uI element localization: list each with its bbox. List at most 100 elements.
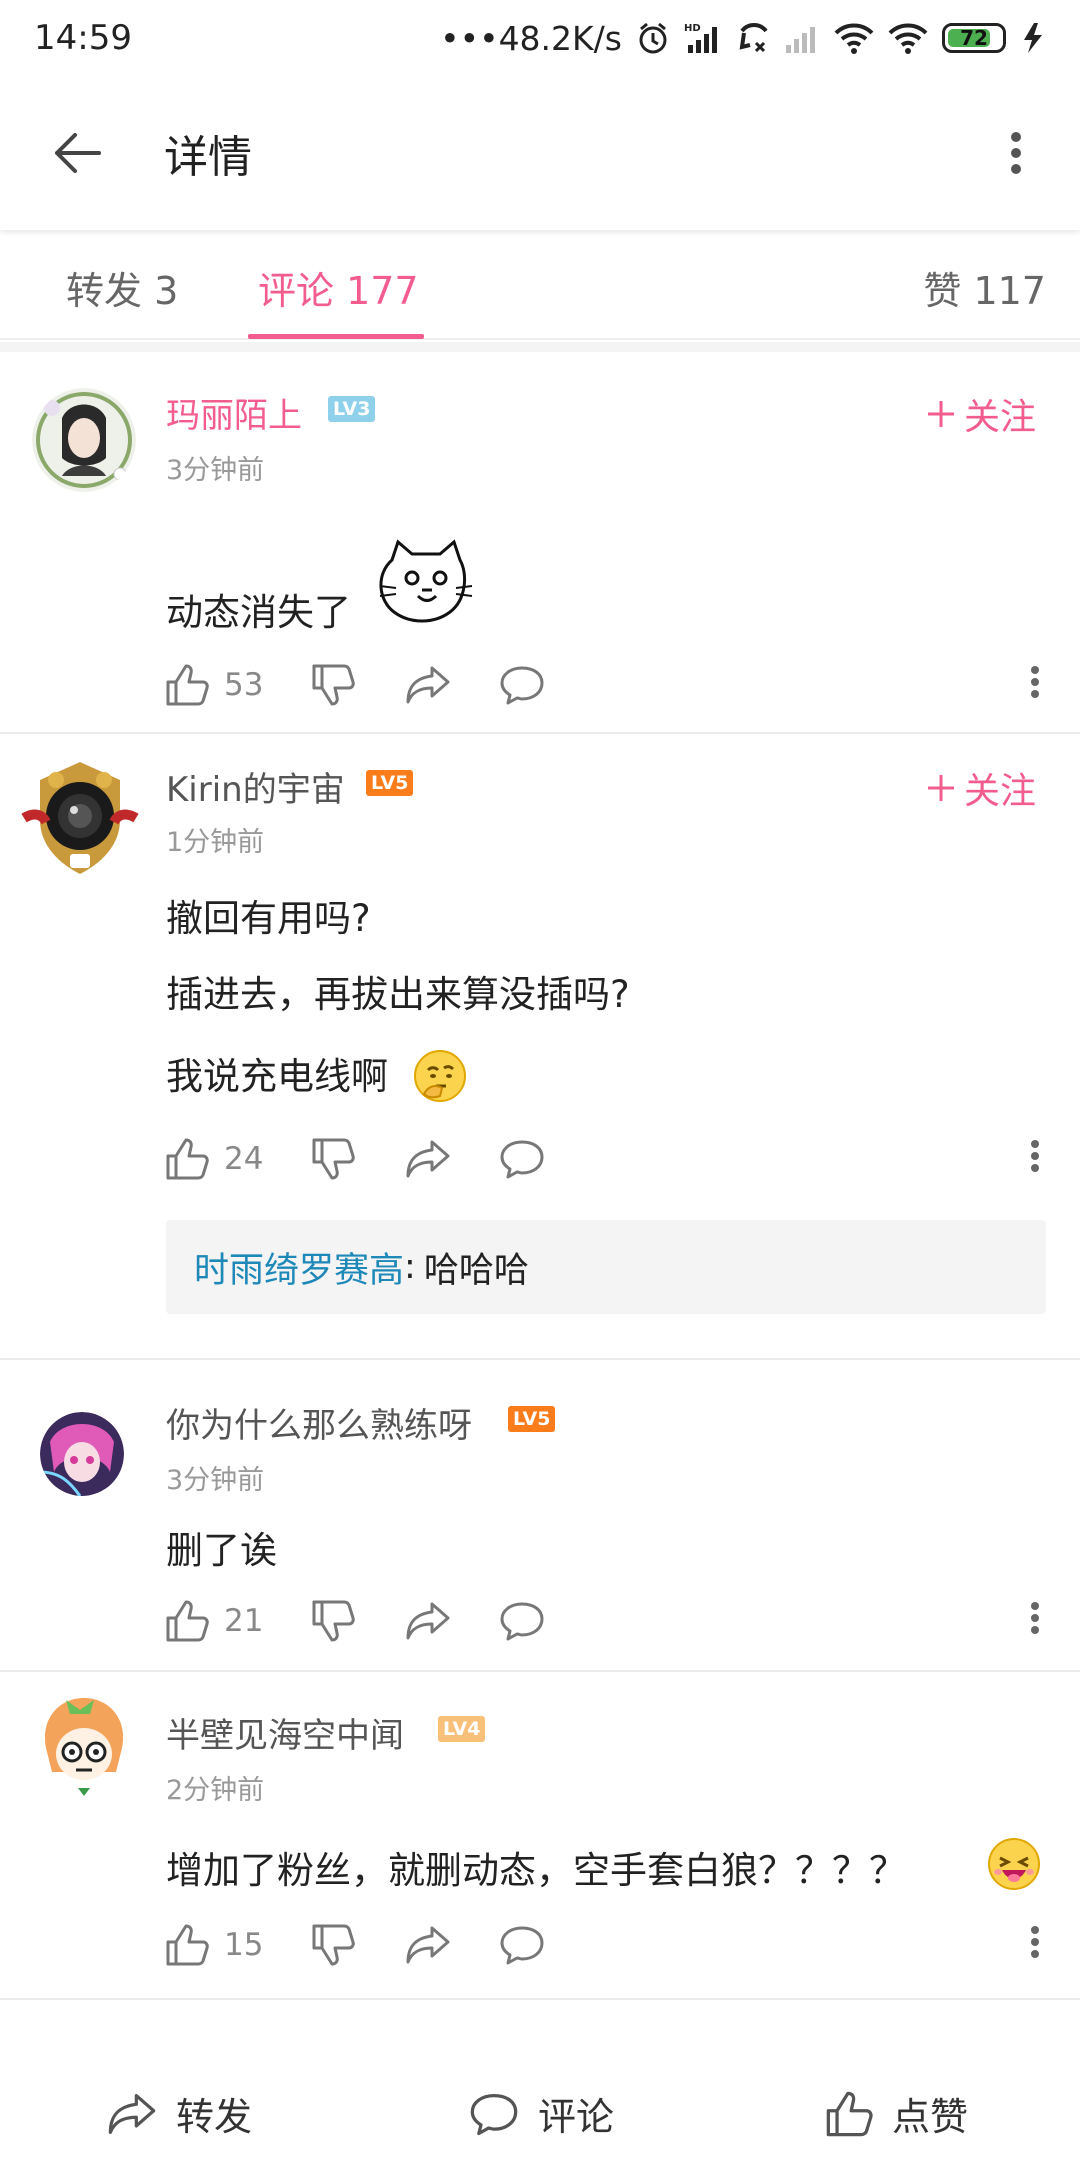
dislike-button[interactable] — [310, 1598, 356, 1644]
comment-actions: 24 — [164, 1136, 1040, 1192]
comment-more-button[interactable] — [1030, 1136, 1040, 1176]
alarm-icon — [636, 21, 670, 55]
app-bar: 详情 — [0, 76, 1080, 230]
thumbs-down-icon — [312, 1924, 355, 1966]
avatar[interactable] — [32, 388, 136, 492]
username[interactable]: 你为什么那么熟练呀 — [166, 1398, 472, 1447]
reply-button[interactable] — [498, 1598, 546, 1644]
repost-label: 转发 — [176, 2095, 253, 2139]
plus-icon — [927, 775, 954, 801]
comment-text: 删了诶 — [166, 1529, 277, 1572]
avatar[interactable] — [26, 1688, 142, 1804]
more-vertical-icon — [1011, 132, 1021, 174]
reply-text: 哈哈哈 — [423, 1250, 529, 1291]
avatar[interactable] — [20, 758, 140, 878]
username[interactable]: 半壁见海空中闻 — [166, 1708, 404, 1757]
more-vertical-icon — [1031, 1926, 1039, 1958]
comment-actions: 21 — [164, 1598, 1040, 1654]
share-button[interactable] — [404, 1598, 452, 1644]
tab-repost[interactable]: 转发 3 — [66, 260, 178, 315]
reply-button[interactable] — [498, 1922, 546, 1968]
comment-more-button[interactable] — [1030, 662, 1040, 702]
share-arrow-icon — [406, 1140, 450, 1178]
thumbs-up-icon — [166, 1138, 209, 1180]
back-arrow-icon — [55, 133, 101, 173]
comment-item: 你为什么那么熟练呀 LV5 3分钟前 删了诶 21 — [0, 1360, 1080, 1672]
username[interactable]: Kirin的宇宙 — [166, 762, 345, 811]
like-post-button[interactable]: 点赞 — [824, 2086, 968, 2141]
like-count: 21 — [224, 1603, 264, 1639]
share-arrow-icon — [406, 1926, 450, 1964]
back-button[interactable] — [38, 113, 118, 193]
dislike-button[interactable] — [310, 1136, 356, 1182]
reply-separator: : — [404, 1247, 416, 1287]
share-button[interactable] — [404, 662, 452, 708]
comment-button[interactable]: 评论 — [468, 2086, 614, 2141]
comment-bubble-icon — [470, 2093, 518, 2135]
reply-preview[interactable]: 时雨绮罗赛高 : 哈哈哈 — [166, 1220, 1046, 1314]
network-speed: •••48.2K/s — [440, 18, 622, 58]
comment-text-line: 插进去，再拔出来算没插吗? — [166, 973, 630, 1016]
comment-text: 动态消失了 — [166, 591, 351, 634]
reply-button[interactable] — [498, 662, 546, 708]
follow-label: 关注 — [963, 397, 1036, 438]
dislike-button[interactable] — [310, 1922, 356, 1968]
level-badge: LV4 — [438, 1716, 486, 1742]
username[interactable]: 玛丽陌上 — [166, 388, 302, 437]
cat-sticker-icon — [378, 536, 474, 630]
follow-button[interactable]: 关注 — [926, 762, 1036, 814]
status-time: 14:59 — [34, 18, 132, 58]
tab-bar: 转发 3 评论 177 赞 117 — [0, 230, 1080, 340]
battery-level: 72 — [960, 26, 988, 50]
like-button[interactable]: 15 — [164, 1922, 263, 1968]
reply-author[interactable]: 时雨绮罗赛高 — [194, 1242, 404, 1293]
like-button[interactable]: 24 — [164, 1136, 263, 1182]
comment-text-line: 撤回有用吗? — [166, 897, 371, 940]
tab-like[interactable]: 赞 117 — [923, 260, 1046, 315]
dislike-button[interactable] — [310, 662, 356, 708]
thumbs-up-icon — [166, 1600, 209, 1642]
thinking-emoji-icon — [412, 1048, 468, 1108]
status-icons: •••48.2K/s HD 72 — [440, 19, 1046, 58]
status-bar: 14:59 •••48.2K/s HD 72 — [0, 0, 1080, 76]
level-badge: LV5 — [366, 770, 414, 796]
thumbs-up-icon — [826, 2091, 873, 2136]
comment-bubble-icon — [500, 1140, 544, 1179]
follow-label: 关注 — [963, 771, 1036, 812]
repost-button[interactable]: 转发 — [106, 2086, 252, 2141]
more-vertical-icon — [1031, 1140, 1039, 1172]
share-button[interactable] — [404, 1922, 452, 1968]
comment-more-button[interactable] — [1030, 1598, 1040, 1638]
share-arrow-icon — [406, 1602, 450, 1640]
comment-bubble-icon — [500, 1926, 544, 1965]
comment-item: 半壁见海空中闻 LV4 2分钟前 增加了粉丝，就删动态，空手套白狼？？？？ 15 — [0, 1672, 1080, 2000]
comment-actions: 53 — [164, 662, 1040, 718]
active-tab-indicator — [248, 334, 424, 339]
avatar[interactable] — [40, 1412, 124, 1496]
more-options-button[interactable] — [986, 113, 1046, 193]
thumbs-up-icon — [166, 664, 209, 706]
comment-more-button[interactable] — [1030, 1922, 1040, 1962]
divider — [0, 342, 1080, 352]
reply-button[interactable] — [498, 1136, 546, 1182]
tab-comment[interactable]: 评论 177 — [258, 260, 419, 315]
follow-button[interactable]: 关注 — [926, 388, 1036, 440]
like-count: 53 — [224, 667, 264, 703]
more-vertical-icon — [1031, 666, 1039, 698]
comment-actions: 15 — [164, 1922, 1040, 1978]
wifi-link-icon — [834, 21, 874, 55]
level-badge: LV3 — [328, 396, 376, 422]
comment-time: 3分钟前 — [166, 1465, 265, 1496]
share-arrow-icon — [406, 666, 450, 704]
thumbs-down-icon — [312, 1600, 355, 1642]
like-count: 15 — [224, 1927, 264, 1963]
call-off-icon — [738, 21, 770, 55]
comment-text: 增加了粉丝，就删动态，空手套白狼？？？？ — [166, 1849, 906, 1892]
comment-item: 玛丽陌上 LV3 3分钟前 关注 动态消失了 53 — [0, 352, 1080, 734]
like-button[interactable]: 53 — [164, 662, 263, 708]
share-button[interactable] — [404, 1136, 452, 1182]
comment-item: Kirin的宇宙 LV5 1分钟前 关注 撤回有用吗? 插进去，再拔出来算没插吗… — [0, 734, 1080, 1360]
like-button[interactable]: 21 — [164, 1598, 263, 1644]
bottom-action-bar: 转发 评论 点赞 — [0, 2070, 1080, 2160]
signal-hd-icon: HD — [684, 21, 724, 55]
